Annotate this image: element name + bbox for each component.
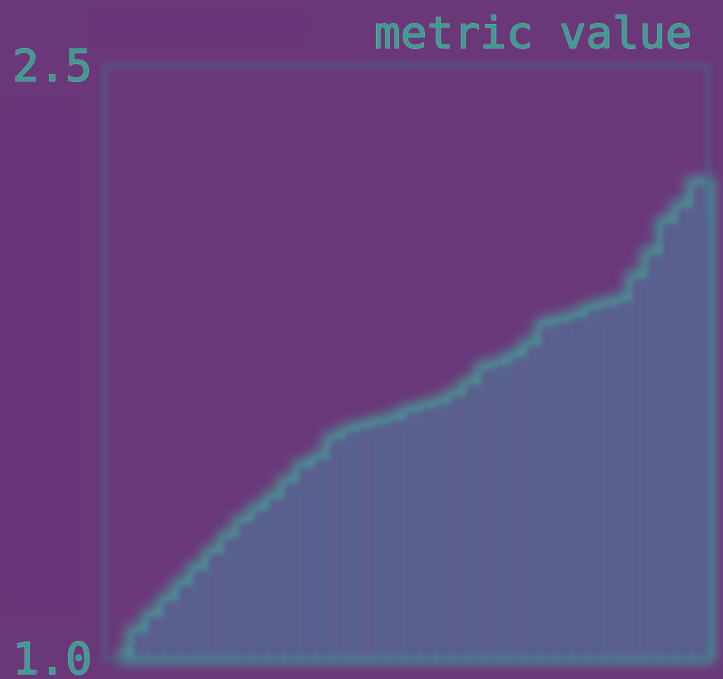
area-step <box>346 437 358 656</box>
area-step <box>528 351 540 656</box>
area-step <box>165 606 177 656</box>
area-step <box>407 418 419 656</box>
area-step <box>604 311 616 656</box>
chart-title: metric value <box>374 8 692 59</box>
area-step <box>694 190 706 656</box>
area-step <box>195 575 207 656</box>
area-step <box>225 544 237 656</box>
area-step <box>483 374 495 656</box>
decor-bar-top <box>92 8 302 44</box>
area-step <box>377 429 389 656</box>
area-step <box>422 414 434 656</box>
area-step <box>573 323 585 656</box>
area-step <box>180 591 192 656</box>
area-step <box>256 516 268 656</box>
area-step <box>619 308 631 656</box>
area-step <box>150 622 162 656</box>
area-step <box>316 465 328 656</box>
area-step <box>437 410 449 656</box>
area-step <box>498 370 510 656</box>
chart-canvas: metric value 2.5 1.0 <box>6 8 715 679</box>
area-layer <box>118 177 715 663</box>
area-step <box>135 638 147 656</box>
area-step <box>467 390 479 656</box>
area-step <box>558 327 570 656</box>
area-step <box>271 504 283 656</box>
area-step <box>362 433 374 656</box>
decor-bar-left <box>6 100 78 610</box>
area-step <box>331 445 343 656</box>
area-step <box>241 528 253 656</box>
y-tick-label-top: 2.5 <box>13 41 92 92</box>
area-step <box>210 559 222 656</box>
area-step <box>679 213 691 656</box>
area-step <box>589 315 601 656</box>
area-step <box>286 488 298 656</box>
area-step <box>452 402 464 656</box>
area-step <box>543 331 555 656</box>
area-step <box>649 260 661 656</box>
area-step <box>634 284 646 656</box>
y-tick-label-bottom: 1.0 <box>13 634 92 679</box>
area-step <box>664 229 676 657</box>
area-step <box>392 426 404 656</box>
area-step <box>513 363 525 656</box>
area-step <box>301 473 313 656</box>
chart: metric value 2.5 1.0 <box>0 0 723 679</box>
